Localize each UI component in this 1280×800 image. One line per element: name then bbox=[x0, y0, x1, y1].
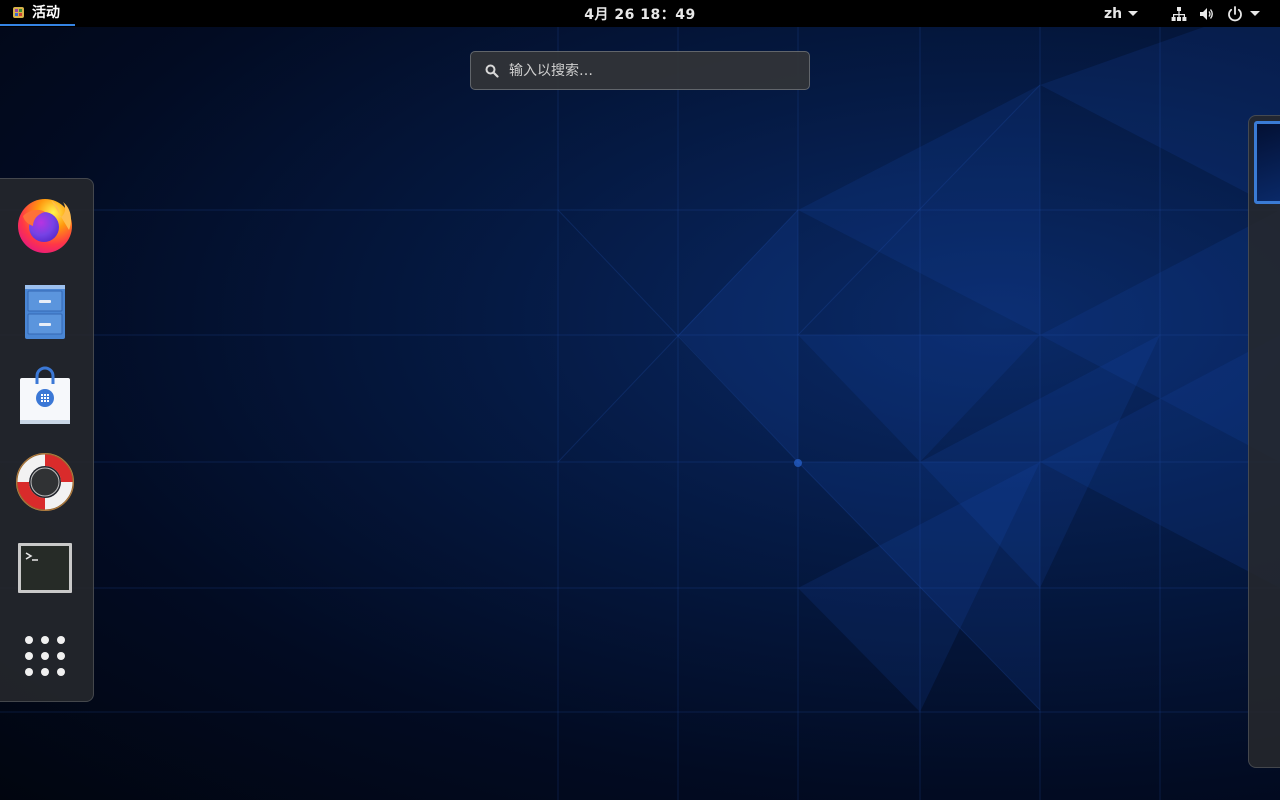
search-icon bbox=[485, 64, 499, 78]
input-language-menu[interactable]: zh bbox=[1104, 0, 1139, 27]
search-input[interactable] bbox=[509, 62, 779, 79]
activities-label: 活动 bbox=[32, 5, 60, 21]
dash bbox=[0, 178, 94, 702]
search-box[interactable] bbox=[470, 51, 810, 90]
network-wired-icon bbox=[1170, 5, 1188, 23]
terminal-icon bbox=[18, 543, 72, 593]
top-bar: 活动 4月 26 18：49 zh bbox=[0, 0, 1280, 27]
firefox-icon bbox=[18, 199, 72, 253]
dash-item-help[interactable] bbox=[12, 449, 78, 515]
dash-item-files[interactable] bbox=[12, 277, 78, 343]
dash-item-terminal[interactable] bbox=[12, 535, 78, 601]
activities-button[interactable]: 活动 bbox=[0, 0, 75, 26]
system-status-menu[interactable] bbox=[1170, 0, 1260, 27]
software-bag-icon bbox=[20, 366, 70, 424]
volume-icon bbox=[1198, 5, 1216, 23]
wallpaper bbox=[0, 0, 1280, 800]
lifebuoy-icon bbox=[16, 453, 74, 511]
app-grid-icon bbox=[25, 636, 65, 676]
clock: 4月 26 18：49 bbox=[0, 0, 1280, 27]
file-cabinet-icon bbox=[25, 285, 65, 339]
language-label: zh bbox=[1104, 5, 1123, 22]
show-applications-button[interactable] bbox=[12, 623, 78, 689]
clock-label[interactable]: 4月 26 18：49 bbox=[584, 4, 695, 24]
chevron-down-icon bbox=[1250, 11, 1260, 16]
workspace-thumbnail[interactable] bbox=[1254, 121, 1280, 204]
workspace-switcher bbox=[1248, 115, 1280, 768]
desktop-overview: 活动 4月 26 18：49 zh bbox=[0, 0, 1280, 800]
dash-item-software[interactable] bbox=[12, 363, 78, 429]
power-icon bbox=[1226, 5, 1244, 23]
chevron-down-icon bbox=[1128, 11, 1139, 16]
dash-item-firefox[interactable] bbox=[12, 191, 78, 257]
activities-icon bbox=[11, 5, 26, 20]
